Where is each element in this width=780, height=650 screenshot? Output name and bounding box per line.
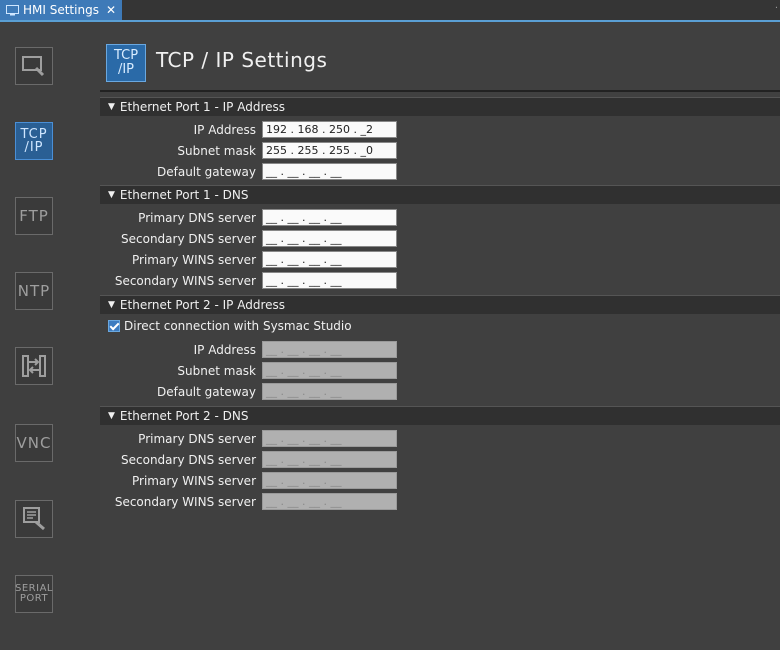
collapse-triangle-icon: ▼ (108, 300, 115, 310)
ftp-button[interactable]: FTP (15, 197, 53, 235)
secondary-dns-label: Secondary DNS server (121, 232, 256, 246)
ip-address-label: IP Address (193, 123, 256, 137)
tab-overflow-marker: · (774, 3, 778, 14)
port2-default-gateway-field: __ . __ . __ . __ (262, 383, 397, 400)
port2-ip-address-field: __ . __ . __ . __ (262, 341, 397, 358)
section-port2-dns[interactable]: ▼ Ethernet Port 2 - DNS (100, 406, 780, 425)
row-port2-ip-address: IP Address __ . __ . __ . __ (100, 340, 780, 360)
subnet-mask-label: Subnet mask (177, 144, 256, 158)
primary-wins-label: Primary WINS server (132, 474, 256, 488)
settings-panel: TCP /IP TCP / IP Settings ▼ Ethernet Por… (100, 22, 780, 650)
row-port1-default-gateway: Default gateway __ . __ . __ . __ (100, 162, 780, 182)
tcp-ip-label: TCP /IP (20, 128, 47, 154)
tcp-ip-header-icon: TCP /IP (106, 44, 146, 82)
tab-strip: HMI Settings ✕ · (0, 0, 780, 22)
default-gateway-label: Default gateway (157, 165, 256, 179)
close-icon[interactable]: ✕ (106, 3, 116, 17)
direct-connection-checkbox[interactable] (108, 320, 120, 332)
ntp-label: NTP (17, 282, 51, 300)
serial-port-label-line2: PORT (19, 593, 49, 604)
title-divider (100, 90, 780, 92)
collapse-triangle-icon: ▼ (108, 102, 115, 112)
vnc-button[interactable]: VNC (15, 424, 53, 462)
tcp-ip-button[interactable]: TCP /IP (15, 122, 53, 160)
secondary-dns-label: Secondary DNS server (121, 453, 256, 467)
section-port1-dns[interactable]: ▼ Ethernet Port 1 - DNS (100, 185, 780, 204)
tab-hmi-settings[interactable]: HMI Settings ✕ (0, 0, 123, 20)
secondary-wins-label: Secondary WINS server (114, 274, 256, 288)
header-icon-line2: /IP (117, 62, 135, 77)
row-port2-primary-wins: Primary WINS server __ . __ . __ . __ (100, 471, 780, 491)
serial-port-button[interactable]: SERIAL PORT (15, 575, 53, 613)
monitor-settings-button[interactable] (15, 500, 53, 538)
port2-secondary-wins-field: __ . __ . __ . __ (262, 493, 397, 510)
header-icon-line1: TCP (113, 48, 139, 63)
port1-primary-wins-field[interactable]: __ . __ . __ . __ (262, 251, 397, 268)
transfer-button[interactable] (15, 347, 53, 385)
ftp-label: FTP (19, 207, 49, 225)
ip-address-label: IP Address (193, 343, 256, 357)
monitor-icon (6, 4, 19, 15)
row-port1-primary-dns: Primary DNS server __ . __ . __ . __ (100, 208, 780, 228)
secondary-wins-label: Secondary WINS server (114, 495, 256, 509)
tcp-ip-label-line2: /IP (24, 140, 44, 155)
port2-secondary-dns-field: __ . __ . __ . __ (262, 451, 397, 468)
section-port1-ip[interactable]: ▼ Ethernet Port 1 - IP Address (100, 97, 780, 116)
row-port1-secondary-dns: Secondary DNS server __ . __ . __ . __ (100, 229, 780, 249)
port2-primary-dns-field: __ . __ . __ . __ (262, 430, 397, 447)
ntp-button[interactable]: NTP (15, 272, 53, 310)
display-settings-button[interactable] (15, 47, 53, 85)
settings-category-bar: TCP /IP FTP NTP VNC SERIAL PORT (0, 22, 100, 650)
default-gateway-label: Default gateway (157, 385, 256, 399)
port1-secondary-dns-field[interactable]: __ . __ . __ . __ (262, 230, 397, 247)
transfer-icon (22, 355, 46, 377)
section-title: Ethernet Port 1 - IP Address (119, 100, 286, 114)
port2-subnet-mask-field: __ . __ . __ . __ (262, 362, 397, 379)
primary-wins-label: Primary WINS server (132, 253, 256, 267)
vnc-label: VNC (16, 434, 52, 452)
monitor-search-icon (23, 507, 45, 531)
page-title: TCP / IP Settings (156, 48, 328, 72)
collapse-triangle-icon: ▼ (108, 190, 115, 200)
section-title: Ethernet Port 2 - DNS (119, 409, 249, 423)
direct-connection-row: Direct connection with Sysmac Studio (108, 317, 508, 335)
row-port1-ip-address: IP Address 192 . 168 . 250 . _2 (100, 120, 780, 140)
display-search-icon (22, 56, 45, 77)
tab-title: HMI Settings (23, 3, 99, 17)
row-port1-secondary-wins: Secondary WINS server __ . __ . __ . __ (100, 271, 780, 291)
port1-subnet-mask-field[interactable]: 255 . 255 . 255 . _0 (262, 142, 397, 159)
port1-primary-dns-field[interactable]: __ . __ . __ . __ (262, 209, 397, 226)
primary-dns-label: Primary DNS server (138, 211, 256, 225)
port2-primary-wins-field: __ . __ . __ . __ (262, 472, 397, 489)
port1-default-gateway-field[interactable]: __ . __ . __ . __ (262, 163, 397, 180)
row-port2-default-gateway: Default gateway __ . __ . __ . __ (100, 382, 780, 402)
direct-connection-label: Direct connection with Sysmac Studio (124, 319, 352, 333)
section-title: Ethernet Port 1 - DNS (119, 188, 249, 202)
row-port2-secondary-wins: Secondary WINS server __ . __ . __ . __ (100, 492, 780, 512)
row-port1-primary-wins: Primary WINS server __ . __ . __ . __ (100, 250, 780, 270)
row-port2-primary-dns: Primary DNS server __ . __ . __ . __ (100, 429, 780, 449)
serial-port-label: SERIAL PORT (15, 584, 53, 604)
subnet-mask-label: Subnet mask (177, 364, 256, 378)
row-port2-secondary-dns: Secondary DNS server __ . __ . __ . __ (100, 450, 780, 470)
row-port2-subnet-mask: Subnet mask __ . __ . __ . __ (100, 361, 780, 381)
collapse-triangle-icon: ▼ (108, 411, 115, 421)
section-port2-ip[interactable]: ▼ Ethernet Port 2 - IP Address (100, 295, 780, 314)
row-port1-subnet-mask: Subnet mask 255 . 255 . 255 . _0 (100, 141, 780, 161)
primary-dns-label: Primary DNS server (138, 432, 256, 446)
section-title: Ethernet Port 2 - IP Address (119, 298, 286, 312)
port1-ip-address-field[interactable]: 192 . 168 . 250 . _2 (262, 121, 397, 138)
port1-secondary-wins-field[interactable]: __ . __ . __ . __ (262, 272, 397, 289)
